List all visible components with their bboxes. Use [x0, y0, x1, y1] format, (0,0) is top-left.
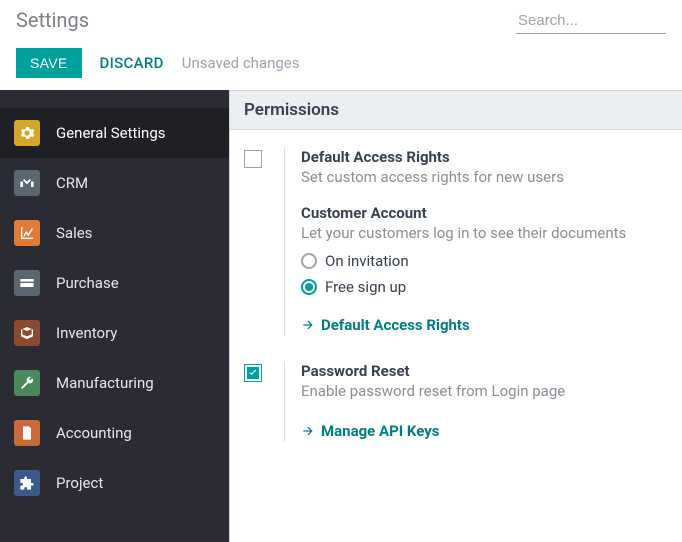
- header-top: Settings: [16, 8, 666, 34]
- sidebar-item-label: Manufacturing: [56, 374, 154, 392]
- sidebar-item-crm[interactable]: CRM: [0, 158, 229, 208]
- section-header-permissions: Permissions: [230, 90, 682, 130]
- setting-title: Default Access Rights: [301, 148, 668, 166]
- toolbar: SAVE DISCARD Unsaved changes: [16, 48, 666, 78]
- sidebar-item-label: Purchase: [56, 274, 119, 292]
- radio-free-sign-up[interactable]: Free sign up: [301, 278, 668, 296]
- setting-desc: Enable password reset from Login page: [301, 382, 668, 400]
- password-reset-checkbox[interactable]: [244, 364, 262, 382]
- sidebar-item-label: Sales: [56, 224, 92, 242]
- sidebar-item-label: Inventory: [56, 324, 117, 342]
- link-default-access-rights[interactable]: Default Access Rights: [301, 316, 470, 334]
- unsaved-status: Unsaved changes: [182, 54, 300, 72]
- radio-label: On invitation: [325, 252, 409, 270]
- setting-body: Default Access Rights Set custom access …: [284, 148, 668, 336]
- chart-icon: [14, 220, 40, 246]
- sidebar-item-label: Project: [56, 474, 103, 492]
- radio-icon: [301, 253, 317, 269]
- puzzle-icon: [14, 470, 40, 496]
- link-label: Manage API Keys: [321, 422, 439, 440]
- handshake-icon: [14, 170, 40, 196]
- radio-label: Free sign up: [325, 278, 406, 296]
- radio-on-invitation[interactable]: On invitation: [301, 252, 668, 270]
- sidebar-item-accounting[interactable]: Accounting: [0, 408, 229, 458]
- sidebar: General Settings CRM Sales Purchase Inve…: [0, 90, 229, 542]
- page-title: Settings: [16, 8, 89, 32]
- sidebar-item-sales[interactable]: Sales: [0, 208, 229, 258]
- discard-button[interactable]: DISCARD: [100, 54, 164, 72]
- checkbox-col: [244, 148, 266, 336]
- card-icon: [14, 270, 40, 296]
- box-icon: [14, 320, 40, 346]
- radio-icon: [301, 279, 317, 295]
- sidebar-item-label: General Settings: [56, 124, 166, 142]
- link-label: Default Access Rights: [321, 316, 470, 334]
- sidebar-item-general-settings[interactable]: General Settings: [0, 108, 229, 158]
- wrench-icon: [14, 370, 40, 396]
- default-access-checkbox[interactable]: [244, 150, 262, 168]
- header: Settings SAVE DISCARD Unsaved changes: [0, 0, 682, 78]
- sidebar-item-manufacturing[interactable]: Manufacturing: [0, 358, 229, 408]
- body: General Settings CRM Sales Purchase Inve…: [0, 90, 682, 542]
- setting-desc: Set custom access rights for new users: [301, 168, 668, 186]
- checkbox-col: [244, 362, 266, 442]
- sidebar-item-inventory[interactable]: Inventory: [0, 308, 229, 358]
- setting-body: Password Reset Enable password reset fro…: [284, 362, 668, 442]
- setting-desc: Let your customers log in to see their d…: [301, 224, 668, 242]
- gear-icon: [14, 120, 40, 146]
- link-manage-api-keys[interactable]: Manage API Keys: [301, 422, 439, 440]
- sidebar-item-label: CRM: [56, 174, 88, 192]
- setting-customer-account: Customer Account Let your customers log …: [301, 204, 668, 336]
- sidebar-item-purchase[interactable]: Purchase: [0, 258, 229, 308]
- content: Permissions Default Access Rights Set cu…: [229, 90, 682, 542]
- arrow-right-icon: [301, 318, 315, 332]
- sidebar-item-project[interactable]: Project: [0, 458, 229, 508]
- sidebar-item-label: Accounting: [56, 424, 132, 442]
- setting-title: Password Reset: [301, 362, 668, 380]
- search-input[interactable]: [516, 8, 666, 34]
- setting-password-reset: Password Reset Enable password reset fro…: [230, 344, 682, 450]
- document-icon: [14, 420, 40, 446]
- arrow-right-icon: [301, 424, 315, 438]
- setting-title: Customer Account: [301, 204, 668, 222]
- save-button[interactable]: SAVE: [16, 48, 82, 78]
- setting-default-access: Default Access Rights Set custom access …: [230, 130, 682, 344]
